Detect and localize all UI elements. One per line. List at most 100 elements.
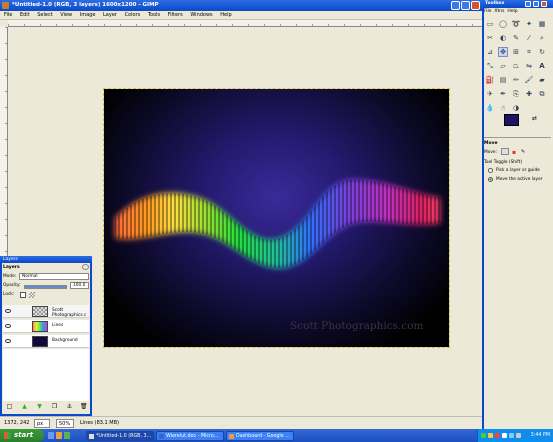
menu-help[interactable]: Help	[220, 11, 231, 20]
layer-row[interactable]: Scott Photographics.c	[3, 305, 89, 318]
move-path-icon[interactable]: ✎	[521, 149, 525, 155]
menu-edit[interactable]: Edit	[20, 11, 30, 20]
paths-icon[interactable]: ✎	[511, 33, 521, 43]
dodge-burn-icon[interactable]: ◑	[511, 103, 521, 113]
paintbrush-icon[interactable]: 🖌	[524, 75, 534, 85]
menu-file[interactable]: File	[4, 11, 12, 20]
tray-icon[interactable]	[516, 433, 521, 438]
flip-icon[interactable]: ⇋	[524, 61, 534, 71]
lower-layer-icon[interactable]: ▼	[36, 403, 43, 410]
tray-icon[interactable]	[481, 433, 486, 438]
blend-icon[interactable]: ▤	[498, 75, 508, 85]
color-select-icon[interactable]: ▦	[537, 19, 547, 29]
shear-icon[interactable]: ▱	[498, 61, 508, 71]
toolbox-menubar: File Xtns Help	[484, 9, 518, 14]
opacity-slider[interactable]	[24, 285, 67, 289]
heal-icon[interactable]: ✚	[524, 89, 534, 99]
smudge-icon[interactable]: ☝	[498, 103, 508, 113]
layers-menu-button[interactable]	[82, 264, 89, 270]
duplicate-layer-icon[interactable]: ❐	[51, 403, 58, 410]
blur-icon[interactable]: 💧	[485, 103, 495, 113]
clock[interactable]: 3:44 PM	[531, 433, 550, 438]
align-icon[interactable]: ⊞	[511, 47, 521, 57]
perspective-clone-icon[interactable]: ⧉	[537, 89, 547, 99]
radio-pick-layer[interactable]	[488, 168, 493, 173]
opacity-input[interactable]: 100.0	[70, 282, 89, 289]
close-button[interactable]	[471, 1, 480, 10]
menu-image[interactable]: Image	[80, 11, 96, 20]
rotate-icon[interactable]: ↻	[537, 47, 547, 57]
taskbar-button-gimp[interactable]: *Untitled-1.0 (RGB, 3...	[86, 431, 154, 441]
move-selection-icon[interactable]: ▪	[512, 149, 516, 156]
lock-pixels-checkbox[interactable]	[20, 292, 26, 298]
menu-windows[interactable]: Windows	[190, 11, 212, 20]
unit-select[interactable]: px	[34, 419, 50, 428]
swap-colors-icon[interactable]: ⇄	[532, 115, 537, 122]
perspective-icon[interactable]: ⏢	[511, 61, 521, 71]
move-layer-icon[interactable]	[501, 148, 509, 155]
menu-filters[interactable]: Filters	[168, 11, 183, 20]
tray-icon[interactable]	[495, 433, 500, 438]
layer-row[interactable]: Lines	[3, 320, 89, 333]
eraser-icon[interactable]: ▰	[537, 75, 547, 85]
ink-icon[interactable]: ✒	[498, 89, 508, 99]
raise-layer-icon[interactable]: ▲	[21, 403, 28, 410]
mode-label: Mode:	[3, 274, 17, 279]
eye-icon[interactable]	[5, 339, 11, 343]
clone-icon[interactable]: ⎘	[511, 89, 521, 99]
menu-view[interactable]: View	[60, 11, 72, 20]
maximize-button[interactable]	[461, 1, 470, 10]
toolbox-menu-xtns[interactable]: Xtns	[494, 9, 504, 14]
horizontal-ruler[interactable]	[8, 20, 482, 27]
delete-layer-icon[interactable]: 🗑	[80, 403, 88, 410]
tray-icon[interactable]	[502, 433, 507, 438]
zoom-select[interactable]: 50%	[56, 419, 74, 428]
color-picker-icon[interactable]: ⁄	[524, 33, 534, 43]
menu-colors[interactable]: Colors	[125, 11, 141, 20]
anchor-layer-icon[interactable]: ⚓	[66, 403, 73, 410]
scissors-icon[interactable]: ✂	[485, 33, 495, 43]
radio-move-active-layer[interactable]	[488, 177, 493, 182]
foreground-select-icon[interactable]: ◐	[498, 33, 508, 43]
tray-icon[interactable]	[509, 433, 514, 438]
menu-tools[interactable]: Tools	[148, 11, 160, 20]
layer-row[interactable]: Background	[3, 335, 89, 348]
toolbox-menu-help[interactable]: Help	[507, 9, 517, 14]
free-select-icon[interactable]: ➰	[511, 19, 521, 29]
measure-icon[interactable]: ⊿	[485, 47, 495, 57]
minimize-button[interactable]	[451, 1, 460, 10]
crop-icon[interactable]: ⌗	[524, 47, 534, 57]
toolbox-minimize-button[interactable]	[525, 1, 531, 7]
scale-icon[interactable]: ⤡	[485, 61, 495, 71]
quicklaunch-icon[interactable]	[56, 432, 62, 439]
taskbar-button-word[interactable]: Wierelut.doc - Micro...	[156, 431, 224, 441]
toolbox-menu-file[interactable]: File	[484, 9, 492, 14]
eye-icon[interactable]	[5, 324, 11, 328]
layers-dialog-title[interactable]: Layers	[0, 256, 92, 263]
zoom-icon[interactable]: ⌕	[537, 33, 547, 43]
new-layer-icon[interactable]: □	[6, 403, 13, 410]
move-icon[interactable]: ✥	[498, 47, 508, 57]
window-titlebar[interactable]: *Untitled-1.0 (RGB, 3 layers) 1600x1200 …	[0, 0, 482, 11]
taskbar-button-browser[interactable]: Dashboard - Google ...	[226, 431, 294, 441]
toolbox-close-button[interactable]	[541, 1, 547, 7]
pencil-icon[interactable]: ✏	[511, 75, 521, 85]
toolbox-maximize-button[interactable]	[533, 1, 539, 7]
fuzzy-select-icon[interactable]: ✦	[524, 19, 534, 29]
start-button[interactable]: start	[0, 429, 44, 442]
quicklaunch-icon[interactable]	[48, 432, 54, 439]
ellipse-select-icon[interactable]: ◯	[498, 19, 508, 29]
layer-thumbnail	[32, 306, 48, 317]
menu-layer[interactable]: Layer	[103, 11, 117, 20]
text-icon[interactable]: A	[537, 61, 547, 71]
quicklaunch-icon[interactable]	[64, 432, 70, 439]
airbrush-icon[interactable]: ✈	[485, 89, 495, 99]
bucket-fill-icon[interactable]: ⛽	[485, 75, 495, 85]
rect-select-icon[interactable]: ▭	[485, 19, 495, 29]
eye-icon[interactable]	[5, 309, 11, 313]
mode-select[interactable]: Normal	[19, 273, 89, 280]
lock-alpha-icon[interactable]	[29, 292, 35, 298]
tray-icon[interactable]	[488, 433, 493, 438]
foreground-color-swatch[interactable]	[504, 114, 519, 126]
menu-select[interactable]: Select	[37, 11, 52, 20]
